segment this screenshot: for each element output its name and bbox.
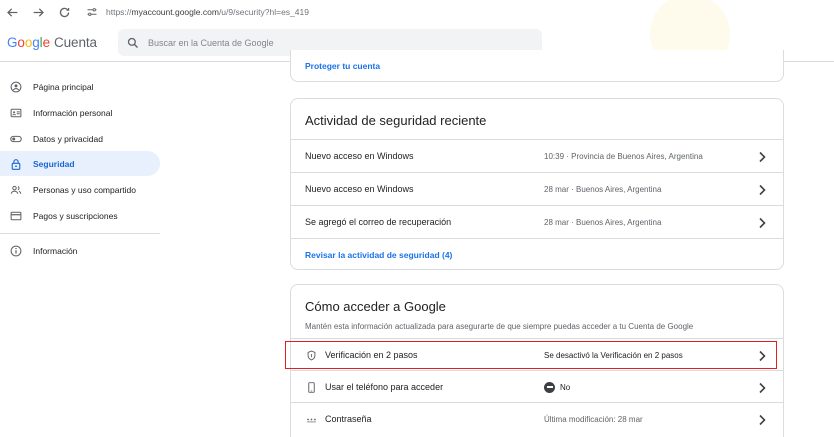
setting-status-text: No	[560, 382, 571, 392]
sidebar-divider	[0, 233, 160, 234]
setting-label: Usar el teléfono para acceder	[325, 382, 444, 392]
activity-detail: 28 mar · Buenos Aires, Argentina	[544, 184, 662, 194]
security-tips-card: Proteger tu cuenta	[290, 50, 784, 82]
sidebar-item-data-privacy[interactable]: Datos y privacidad	[0, 126, 160, 151]
setting-status: No	[544, 381, 571, 393]
search-placeholder: Buscar en la Cuenta de Google	[148, 37, 274, 48]
url-host: myaccount.google.com	[131, 7, 219, 17]
activity-row[interactable]: Nuevo acceso en Windows 10:39 · Provinci…	[291, 139, 783, 172]
sidebar-item-security[interactable]: Seguridad	[0, 151, 160, 176]
reload-icon	[59, 7, 69, 17]
password-dots-icon	[305, 413, 317, 425]
lock-icon	[8, 156, 24, 172]
info-icon	[8, 243, 24, 259]
activity-label: Se agregó el correo de recuperación	[305, 217, 452, 227]
logo-letter: e	[42, 35, 51, 50]
logo-letter: o	[17, 35, 25, 50]
search-icon	[118, 37, 148, 49]
url-path: /u/9/security?hl=es_419	[218, 7, 309, 17]
reload-button[interactable]	[52, 1, 76, 23]
people-icon	[8, 182, 24, 198]
phone-icon	[305, 381, 317, 393]
card-title: Cómo acceder a Google	[305, 299, 446, 314]
password-row[interactable]: Contraseña Última modificación: 28 mar	[291, 402, 783, 435]
person-circle-icon	[8, 79, 24, 95]
sidebar-item-label: Información personal	[33, 107, 113, 118]
activity-detail: 10:39 · Provincia de Buenos Aires, Argen…	[544, 151, 703, 161]
sidebar-item-personal-info[interactable]: Información personal	[0, 100, 160, 125]
id-card-icon	[8, 105, 24, 121]
forward-button[interactable]	[26, 1, 50, 23]
chevron-right-icon	[757, 216, 767, 229]
review-activity-row: Revisar la actividad de seguridad (4)	[291, 238, 783, 271]
activity-row[interactable]: Se agregó el correo de recuperación 28 m…	[291, 205, 783, 238]
logo-letter: g	[32, 35, 40, 50]
logo-letter: G	[7, 35, 18, 50]
back-arrow-icon	[6, 7, 17, 17]
recent-activity-card: Actividad de seguridad reciente Nuevo ac…	[290, 98, 784, 270]
forward-arrow-icon	[33, 7, 44, 17]
activity-row[interactable]: Nuevo acceso en Windows 28 mar · Buenos …	[291, 172, 783, 205]
activity-detail: 28 mar · Buenos Aires, Argentina	[544, 217, 662, 227]
setting-label: Contraseña	[325, 414, 372, 424]
credit-card-icon	[8, 208, 24, 224]
product-name: Cuenta	[54, 35, 97, 50]
setting-status: Última modificación: 28 mar	[544, 414, 643, 424]
sidebar-item-label: Información	[33, 245, 78, 256]
sidebar-item-label: Pagos y suscripciones	[33, 210, 118, 221]
chevron-right-icon	[757, 413, 767, 426]
sidebar-item-label: Personas y uso compartido	[33, 184, 136, 195]
site-info-icon[interactable]	[86, 5, 100, 19]
sidebar-item-label: Datos y privacidad	[33, 133, 103, 144]
sidebar-item-label: Página principal	[33, 81, 94, 92]
card-title: Actividad de seguridad reciente	[305, 113, 487, 128]
protect-account-link[interactable]: Proteger tu cuenta	[305, 61, 380, 71]
card-subtitle: Mantén esta información actualizada para…	[305, 322, 694, 331]
sidebar-item-label: Seguridad	[33, 158, 75, 169]
toggle-icon	[8, 131, 24, 147]
disabled-status-icon	[544, 381, 555, 393]
sidebar-item-people-sharing[interactable]: Personas y uso compartido	[0, 177, 160, 202]
review-activity-link[interactable]: Revisar la actividad de seguridad (4)	[305, 250, 452, 260]
activity-label: Nuevo acceso en Windows	[305, 151, 414, 161]
chevron-right-icon	[757, 150, 767, 163]
sidebar-nav: Página principal Información personal Da…	[0, 62, 170, 437]
sidebar-item-payments[interactable]: Pagos y suscripciones	[0, 203, 160, 228]
chevron-right-icon	[757, 183, 767, 196]
url-scheme: https://	[106, 7, 132, 17]
phone-sign-in-row[interactable]: Usar el teléfono para acceder No	[291, 370, 783, 403]
google-account-logo[interactable]: Google Cuenta	[7, 35, 97, 50]
highlight-box	[285, 341, 777, 369]
back-button[interactable]	[0, 1, 24, 23]
activity-label: Nuevo acceso en Windows	[305, 184, 414, 194]
sidebar-item-about[interactable]: Información	[0, 238, 160, 263]
chevron-right-icon	[757, 381, 767, 394]
sidebar-item-home[interactable]: Página principal	[0, 74, 160, 99]
